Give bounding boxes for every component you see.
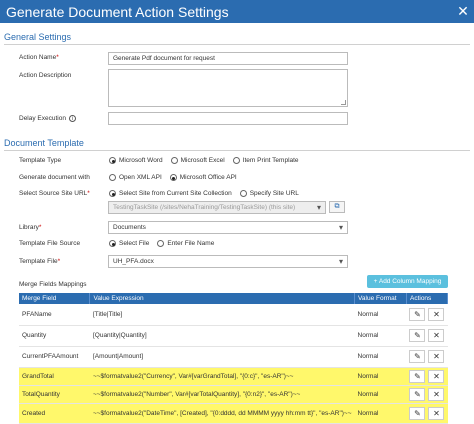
actions-cell: ✎ ✕ xyxy=(406,346,448,368)
resize-grip-icon[interactable] xyxy=(341,100,346,105)
radio-microsoft-excel[interactable]: Microsoft Excel xyxy=(170,157,225,164)
library-select[interactable]: Documents xyxy=(108,221,348,234)
action-description-label: Action Description xyxy=(19,72,72,79)
close-icon[interactable]: ✕ xyxy=(452,3,474,20)
delete-icon[interactable]: ✕ xyxy=(428,369,445,383)
value-expression-cell: [Title|Title] xyxy=(89,304,355,326)
template-type-radios: Microsoft Word Microsoft Excel Item Prin… xyxy=(109,157,299,164)
library-label: Library* xyxy=(19,224,42,231)
merge-field-cell: PFAName xyxy=(19,304,90,326)
info-icon[interactable]: i xyxy=(68,115,76,122)
template-file-select[interactable]: UH_PFA.docx xyxy=(108,255,348,268)
merge-field-cell: Quantity xyxy=(19,325,90,347)
dialog-titlebar: Generate Document Action Settings ✕ xyxy=(0,0,474,23)
radio-selected-icon[interactable] xyxy=(169,174,177,181)
edit-icon[interactable]: ✎ xyxy=(409,369,426,383)
edit-icon[interactable]: ✎ xyxy=(409,406,426,420)
value-expression-cell: [Amount|Amount] xyxy=(89,346,355,368)
merge-field-cell: GrandTotal xyxy=(19,367,90,386)
edit-icon[interactable]: ✎ xyxy=(409,307,426,321)
radio-current-site[interactable]: Select Site from Current Site Collection xyxy=(109,190,232,197)
radio-open-xml[interactable]: Open XML API xyxy=(109,174,162,181)
radio-empty-icon[interactable] xyxy=(109,174,116,181)
radio-enter-file-name[interactable]: Enter File Name xyxy=(157,240,214,247)
radio-selected-icon[interactable] xyxy=(109,240,116,247)
edit-icon[interactable]: ✎ xyxy=(409,387,426,401)
delay-execution-label: Delay Execution i xyxy=(19,115,76,122)
table-row: GrandTotal ~~$formatvalue2("Currency", V… xyxy=(19,367,448,386)
value-format-cell: Normal xyxy=(354,304,407,326)
value-format-cell: Normal xyxy=(354,403,407,424)
header-value-format: Value Format xyxy=(354,293,407,304)
dialog-title: Generate Document Action Settings xyxy=(6,3,229,20)
merge-fields-label: Merge Fields Mappings xyxy=(19,281,87,288)
radio-selected-icon[interactable] xyxy=(109,190,116,197)
table-row: Created ~~$formatvalue2("DateTime", [Cre… xyxy=(19,403,448,424)
add-column-mapping-button[interactable]: + Add Column Mapping xyxy=(367,275,448,288)
general-settings-heading: General Settings xyxy=(4,32,470,45)
merge-field-cell: TotalQuantity xyxy=(19,385,90,404)
file-source-label: Template File Source xyxy=(19,240,81,247)
source-site-select[interactable]: TestingTaskSite (/sites/NehaTraining/Tes… xyxy=(108,201,326,214)
actions-cell: ✎ ✕ xyxy=(406,367,448,386)
actions-cell: ✎ ✕ xyxy=(406,304,448,326)
value-format-cell: Normal xyxy=(354,367,407,386)
actions-cell: ✎ ✕ xyxy=(406,325,448,347)
edit-icon[interactable]: ✎ xyxy=(409,329,426,342)
actions-cell: ✎ ✕ xyxy=(406,385,448,404)
radio-select-file[interactable]: Select File xyxy=(109,240,149,247)
value-format-cell: Normal xyxy=(354,385,407,404)
table-row: Quantity [Quantity|Quantity] Normal ✎ ✕ xyxy=(19,325,448,347)
table-row: PFAName [Title|Title] Normal ✎ ✕ xyxy=(19,304,448,326)
value-format-cell: Normal xyxy=(354,325,407,347)
value-expression-cell: ~~$formatvalue2("Number", Var#[varTotalQ… xyxy=(89,385,355,404)
radio-empty-icon[interactable] xyxy=(232,157,240,164)
delete-icon[interactable]: ✕ xyxy=(428,307,445,321)
delay-execution-input[interactable] xyxy=(108,112,348,125)
radio-selected-icon[interactable] xyxy=(109,157,116,164)
table-header-row: Merge Field Value Expression Value Forma… xyxy=(19,293,449,304)
source-site-radios: Select Site from Current Site Collection… xyxy=(109,190,299,197)
value-expression-cell: ~~$formatvalue2("Currency", Var#[varGran… xyxy=(89,367,355,386)
template-file-label: Template File* xyxy=(19,258,61,265)
file-source-radios: Select File Enter File Name xyxy=(109,240,214,247)
action-name-input[interactable]: Generate Pdf document for request xyxy=(108,52,348,65)
template-type-label: Template Type xyxy=(19,157,62,164)
action-description-textarea[interactable] xyxy=(108,69,348,107)
merge-field-cell: CurrentPFAAmount xyxy=(19,346,90,368)
merge-field-cell: Created xyxy=(19,403,90,424)
delete-icon[interactable]: ✕ xyxy=(428,329,445,342)
radio-office-api[interactable]: Microsoft Office API xyxy=(169,174,237,181)
value-expression-cell: ~~$formatvalue2("DateTime", [Created], "… xyxy=(89,403,355,424)
radio-specify-url[interactable]: Specify Site URL xyxy=(239,190,299,197)
action-name-label: Action Name* xyxy=(19,54,59,61)
header-actions: Actions xyxy=(406,293,449,304)
value-format-cell: Normal xyxy=(354,346,407,368)
radio-microsoft-word[interactable]: Microsoft Word xyxy=(109,157,163,164)
header-value-expression: Value Expression xyxy=(89,293,356,304)
radio-empty-icon[interactable] xyxy=(157,240,165,247)
delete-icon[interactable]: ✕ xyxy=(428,350,445,363)
edit-icon[interactable]: ✎ xyxy=(409,350,426,363)
radio-empty-icon[interactable] xyxy=(239,190,247,197)
document-template-heading: Document Template xyxy=(4,138,470,151)
radio-item-print-template[interactable]: Item Print Template xyxy=(232,157,299,164)
table-row: CurrentPFAAmount [Amount|Amount] Normal … xyxy=(19,346,448,368)
delete-icon[interactable]: ✕ xyxy=(428,406,445,420)
generate-with-label: Generate document with xyxy=(19,174,90,181)
header-merge-field: Merge Field xyxy=(19,293,91,304)
actions-cell: ✎ ✕ xyxy=(406,403,448,424)
mappings-table: Merge Field Value Expression Value Forma… xyxy=(19,293,449,424)
generate-with-radios: Open XML API Microsoft Office API xyxy=(109,174,237,181)
table-row: TotalQuantity ~~$formatvalue2("Number", … xyxy=(19,385,448,404)
value-expression-cell: [Quantity|Quantity] xyxy=(89,325,355,347)
radio-empty-icon[interactable] xyxy=(170,157,178,164)
open-link-icon[interactable]: ⧉ xyxy=(329,201,345,213)
source-site-label: Select Source Site URL* xyxy=(19,190,90,197)
delete-icon[interactable]: ✕ xyxy=(428,387,445,401)
